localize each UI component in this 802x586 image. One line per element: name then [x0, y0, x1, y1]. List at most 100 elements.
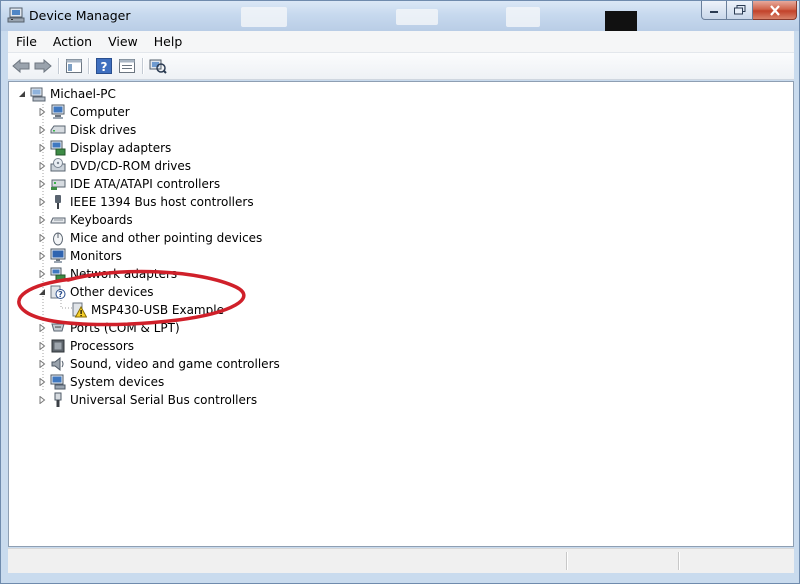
svg-text:?: ? — [58, 290, 63, 299]
tree-item-system-devices[interactable]: System devices — [37, 373, 164, 391]
close-button[interactable] — [753, 1, 797, 20]
warning-device-icon — [71, 302, 87, 318]
system-device-icon — [50, 374, 66, 390]
expand-arrow-icon[interactable] — [37, 247, 47, 265]
tree-item-label: Universal Serial Bus controllers — [70, 393, 258, 407]
minimize-icon — [710, 11, 718, 13]
window-title: Device Manager — [29, 8, 131, 23]
port-icon — [50, 320, 66, 336]
mouse-icon — [50, 230, 66, 246]
expand-arrow-icon[interactable] — [37, 355, 47, 373]
tree-item-label: IEEE 1394 Bus host controllers — [70, 195, 254, 209]
background-window-ghost — [396, 9, 438, 25]
maximize-button[interactable] — [727, 1, 753, 20]
toolbar-separator — [58, 58, 60, 74]
tree-item-keyboards[interactable]: Keyboards — [37, 211, 133, 229]
tree-item-label: Mice and other pointing devices — [70, 231, 263, 245]
tree-item-universal-serial-bus-controllers[interactable]: Universal Serial Bus controllers — [37, 391, 257, 409]
tree-item-processors[interactable]: Processors — [37, 337, 134, 355]
ide-controller-icon — [50, 176, 66, 192]
tree-item-mice-and-other-pointing-devices[interactable]: Mice and other pointing devices — [37, 229, 262, 247]
status-divider — [678, 552, 680, 570]
expand-arrow-icon[interactable] — [37, 229, 47, 247]
tree-item-label: Monitors — [70, 249, 122, 263]
tree-item-sound-video-and-game-controllers[interactable]: Sound, video and game controllers — [37, 355, 280, 373]
display-adapter-icon — [50, 140, 66, 156]
device-tree-pane[interactable]: Michael-PC Computer Disk drives Display … — [8, 81, 794, 547]
properties-icon[interactable] — [118, 57, 136, 75]
expand-arrow-icon[interactable] — [37, 319, 47, 337]
expand-arrow-icon[interactable] — [37, 265, 47, 283]
tree-item-label: MSP430-USB Example — [91, 303, 224, 317]
monitor-icon — [50, 248, 66, 264]
expand-arrow-icon[interactable] — [37, 373, 47, 391]
tree-item-label: IDE ATA/ATAPI controllers — [70, 177, 221, 191]
restore-icon — [733, 5, 745, 15]
tree-item-label: Sound, video and game controllers — [70, 357, 280, 371]
computer-icon — [50, 104, 66, 120]
forward-arrow-icon[interactable] — [34, 57, 52, 75]
tree-item-dvd-cd-rom-drives[interactable]: DVD/CD-ROM drives — [37, 157, 191, 175]
keyboard-icon — [50, 212, 66, 228]
menu-view[interactable]: View — [100, 31, 146, 52]
toolbar-separator — [142, 58, 144, 74]
status-divider — [566, 552, 568, 570]
tree-item-label: System devices — [70, 375, 165, 389]
tree-item-label: Other devices — [70, 285, 154, 299]
status-bar — [8, 548, 794, 573]
minimize-button[interactable] — [701, 1, 727, 20]
expand-arrow-icon[interactable] — [37, 337, 47, 355]
tree-item-other-devices[interactable]: ? Other devices — [37, 283, 154, 301]
menu-bar: File Action View Help — [8, 31, 794, 53]
expand-arrow-icon[interactable] — [37, 139, 47, 157]
tree-item-label: Processors — [70, 339, 135, 353]
scan-hardware-icon[interactable] — [149, 57, 167, 75]
tree-item-ide-ata-atapi-controllers[interactable]: IDE ATA/ATAPI controllers — [37, 175, 220, 193]
svg-text:?: ? — [101, 60, 108, 74]
tree-item-disk-drives[interactable]: Disk drives — [37, 121, 136, 139]
device-manager-app-icon — [7, 7, 25, 23]
tree-item-display-adapters[interactable]: Display adapters — [37, 139, 171, 157]
help-icon[interactable]: ? — [95, 57, 113, 75]
toolbar-separator — [88, 58, 90, 74]
expand-arrow-icon[interactable] — [37, 211, 47, 229]
background-window-ghost — [506, 7, 540, 27]
disk-drive-icon — [50, 122, 66, 138]
close-icon — [769, 4, 780, 16]
tree-item-label: Computer — [70, 105, 130, 119]
expand-arrow-icon[interactable] — [37, 121, 47, 139]
menu-file[interactable]: File — [8, 31, 45, 52]
unknown-device-icon: ? — [50, 284, 66, 300]
usb-icon — [50, 392, 66, 408]
tree-item-computer[interactable]: Computer — [37, 103, 130, 121]
tree-item-ieee-1394-bus-host-controllers[interactable]: IEEE 1394 Bus host controllers — [37, 193, 254, 211]
tree-item-monitors[interactable]: Monitors — [37, 247, 122, 265]
collapse-arrow-icon[interactable] — [37, 283, 47, 301]
tree-item-label: Disk drives — [70, 123, 137, 137]
tree-item-msp430-usb-example[interactable]: MSP430-USB Example — [71, 301, 224, 319]
tree-item-label: Display adapters — [70, 141, 172, 155]
device-manager-window: Device Manager File Action View Help ? M… — [0, 0, 800, 584]
speaker-icon — [50, 356, 66, 372]
menu-action[interactable]: Action — [45, 31, 100, 52]
expand-arrow-icon[interactable] — [37, 103, 47, 121]
expand-arrow-icon[interactable] — [37, 391, 47, 409]
ieee1394-icon — [50, 194, 66, 210]
background-window-ghost — [241, 7, 287, 27]
tree-item-label: Keyboards — [70, 213, 133, 227]
tree-item-network-adapters[interactable]: Network adapters — [37, 265, 177, 283]
toolbar: ? — [8, 53, 794, 80]
processor-icon — [50, 338, 66, 354]
tree-item-label: DVD/CD-ROM drives — [70, 159, 192, 173]
tree-item-label: Ports (COM & LPT) — [70, 321, 180, 335]
dvd-drive-icon — [50, 158, 66, 174]
tree-item-ports-com-lpt[interactable]: Ports (COM & LPT) — [37, 319, 180, 337]
title-bar[interactable]: Device Manager — [1, 1, 799, 31]
show-hide-console-tree-icon[interactable] — [65, 57, 83, 75]
expand-arrow-icon[interactable] — [37, 175, 47, 193]
expand-arrow-icon[interactable] — [37, 157, 47, 175]
menu-help[interactable]: Help — [146, 31, 191, 52]
expand-arrow-icon[interactable] — [37, 193, 47, 211]
window-controls — [701, 1, 797, 21]
back-arrow-icon[interactable] — [12, 57, 30, 75]
